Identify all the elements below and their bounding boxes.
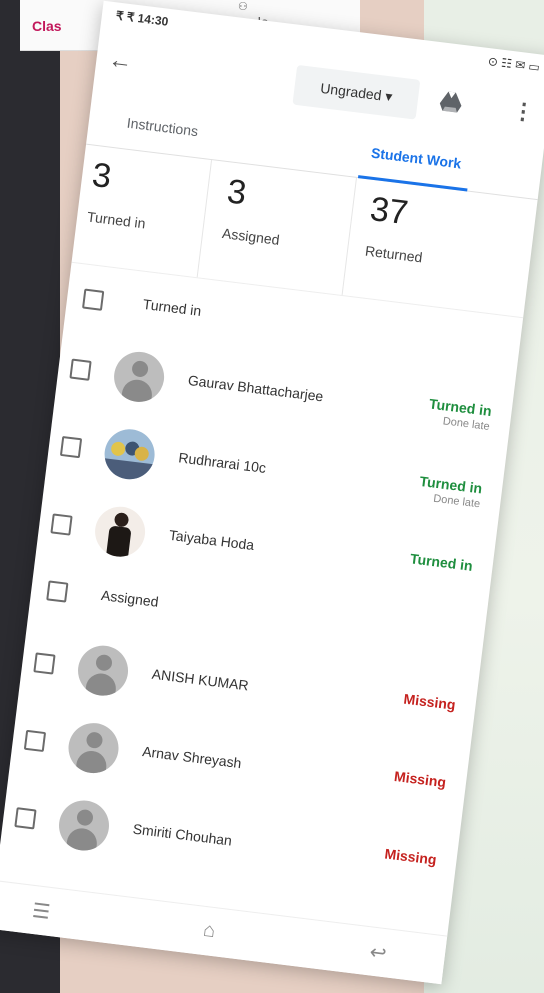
stat-returned-label: Returned <box>364 242 424 266</box>
status-label: Missing <box>383 845 438 868</box>
avatar <box>101 426 158 483</box>
submission-status: Missing <box>403 691 457 713</box>
student-checkbox[interactable] <box>33 652 56 675</box>
student-name: Smiriti Chouhan <box>132 820 233 849</box>
avatar <box>111 349 167 405</box>
student-name: Rudhrarai 10c <box>177 449 267 476</box>
tab-instructions[interactable]: Instructions <box>126 115 199 140</box>
status-label: Missing <box>393 768 447 791</box>
grade-filter-dropdown[interactable]: Ungraded ▾ <box>292 64 421 120</box>
select-all-turned-in-checkbox[interactable] <box>82 288 105 311</box>
status-time: ₹ ₹ 14:30 <box>115 8 169 28</box>
stat-divider <box>196 160 213 278</box>
status-label: Turned in <box>409 550 474 574</box>
student-name: ANISH KUMAR <box>151 665 250 694</box>
section-label: Turned in <box>142 295 203 319</box>
avatar <box>92 503 148 560</box>
submission-status: Missing <box>384 845 438 867</box>
stat-turned-in-count: 3 <box>90 155 114 196</box>
back-arrow-icon[interactable]: ← <box>107 46 134 77</box>
student-checkbox[interactable] <box>50 513 73 536</box>
status-left-icons: ₹ ₹ <box>115 8 136 25</box>
home-icon[interactable]: ⌂ <box>202 919 217 943</box>
section-label: Assigned <box>100 586 160 610</box>
avatar <box>56 797 112 854</box>
submission-status: Turned in Done late <box>427 396 492 433</box>
stat-returned-count: 37 <box>367 189 411 233</box>
background-tab-classwork: Clas <box>32 18 62 34</box>
menu-icon[interactable]: ☰ <box>31 898 52 925</box>
stat-assigned: 3 Assigned <box>221 172 287 248</box>
avatar <box>75 642 131 699</box>
student-name: Gaurav Bhattacharjee <box>187 371 325 405</box>
stat-turned-in-label: Turned in <box>86 208 147 232</box>
stat-assigned-label: Assigned <box>221 225 281 248</box>
submission-status: Turned in Done late <box>417 473 483 510</box>
student-name: Taiyaba Hoda <box>168 526 256 554</box>
student-checkbox[interactable] <box>69 358 92 381</box>
stat-returned: 37 Returned <box>364 190 430 266</box>
submission-status: Turned in <box>409 550 473 574</box>
more-vert-icon[interactable]: ⋮ <box>511 97 536 125</box>
people-icon: ⚇ <box>238 1 248 13</box>
student-checkbox[interactable] <box>23 729 47 753</box>
avatar <box>65 720 122 776</box>
submission-status: Missing <box>393 768 447 790</box>
stat-assigned-count: 3 <box>225 172 249 213</box>
status-right-icons: ⊙ ☷ ✉ ▭ <box>487 54 541 75</box>
drive-icon[interactable] <box>439 91 463 114</box>
stat-turned-in: 3 Turned in <box>86 156 153 232</box>
status-clock: 14:30 <box>136 11 170 29</box>
student-checkbox[interactable] <box>14 807 37 830</box>
student-checkbox[interactable] <box>59 435 83 459</box>
student-name: Arnav Shreyash <box>141 743 243 772</box>
back-icon[interactable]: ↩ <box>368 939 388 966</box>
stat-divider <box>341 177 357 296</box>
tab-student-work[interactable]: Student Work <box>370 145 462 172</box>
status-label: Missing <box>402 690 457 713</box>
select-all-assigned-checkbox[interactable] <box>46 580 69 603</box>
